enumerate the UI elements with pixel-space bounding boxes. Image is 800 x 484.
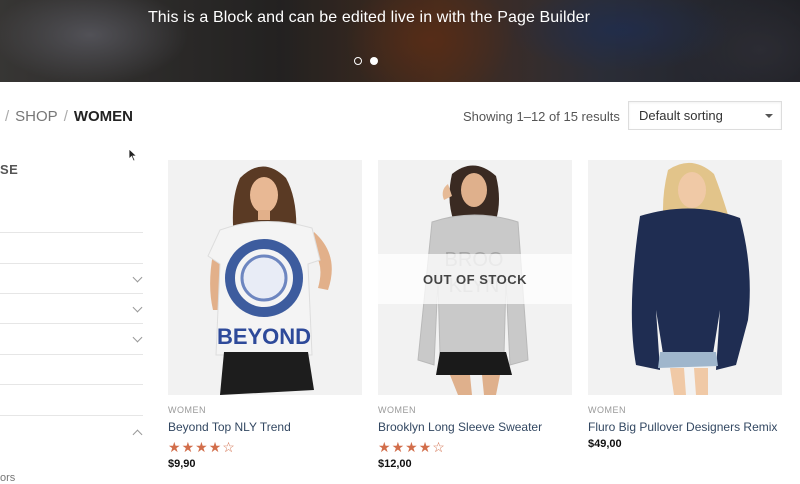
sort-select[interactable]: Default sorting: [628, 101, 782, 130]
svg-text:BEYOND: BEYOND: [217, 324, 311, 349]
sidebar-divider: [0, 293, 143, 294]
star-full-icon: ★: [378, 439, 391, 455]
sidebar-link-fragment[interactable]: ors: [0, 472, 15, 484]
star-full-icon: ★: [405, 439, 418, 455]
product-image[interactable]: BEYOND: [168, 160, 362, 395]
star-full-icon: ★: [195, 439, 208, 455]
product-title[interactable]: Brooklyn Long Sleeve Sweater: [378, 420, 572, 434]
star-rating: ★ ★ ★ ★ ☆: [168, 440, 362, 454]
sidebar-divider: [0, 384, 143, 385]
product-category[interactable]: WOMEN: [168, 405, 362, 415]
star-full-icon: ★: [208, 439, 222, 455]
sidebar-category-item[interactable]: [0, 295, 145, 325]
hero-text: This is a Block and can be edited live i…: [147, 9, 591, 26]
product-price: $49,00: [588, 438, 622, 450]
sidebar-category-item[interactable]: [0, 325, 145, 355]
product-card[interactable]: BEYOND WOMEN Beyond Top NLY Trend ★ ★ ★ …: [168, 160, 362, 470]
star-full-icon: ★: [418, 439, 432, 455]
product-category[interactable]: WOMEN: [588, 405, 782, 415]
sidebar-divider: [0, 323, 143, 324]
hero-banner: This is a Block and can be edited live i…: [0, 0, 800, 82]
chevron-down-icon[interactable]: [132, 272, 143, 283]
breadcrumb: / SHOP / WOMEN: [5, 108, 133, 125]
star-full-icon: ★: [181, 439, 195, 455]
chevron-down-icon[interactable]: [132, 302, 143, 313]
sidebar-divider: [0, 415, 143, 416]
product-photo-fluro-pullover: [631, 162, 750, 395]
slider-dot-2[interactable]: [370, 57, 378, 65]
sidebar-divider: [0, 232, 143, 233]
breadcrumb-separator: /: [63, 108, 68, 125]
product-title[interactable]: Beyond Top NLY Trend: [168, 420, 362, 434]
chevron-down-icon: [765, 114, 773, 118]
sidebar-widget-title: SE: [0, 162, 19, 177]
sidebar-category-item[interactable]: [0, 418, 145, 448]
sidebar-divider: [0, 263, 143, 264]
slider-dot-1[interactable]: [354, 57, 362, 65]
breadcrumb-current: WOMEN: [73, 108, 134, 125]
breadcrumb-shop-link[interactable]: SHOP: [15, 108, 58, 125]
out-of-stock-badge: OUT OF STOCK: [378, 254, 572, 304]
product-price: $9,90: [168, 458, 196, 470]
star-empty-icon: ☆: [222, 439, 235, 455]
star-empty-icon: ☆: [432, 439, 445, 455]
star-full-icon: ★: [391, 439, 405, 455]
slider-dots: [354, 57, 378, 65]
product-price: $12,00: [378, 458, 412, 470]
product-card[interactable]: WOMEN Fluro Big Pullover Designers Remix…: [588, 160, 782, 450]
result-count: Showing 1–12 of 15 results: [463, 109, 620, 124]
product-title[interactable]: Fluro Big Pullover Designers Remix: [588, 420, 782, 434]
sidebar-category-item[interactable]: [0, 265, 145, 295]
product-image[interactable]: [588, 160, 782, 395]
sort-select-value: Default sorting: [639, 108, 723, 123]
star-full-icon: ★: [168, 439, 181, 455]
product-image[interactable]: BROO KLYN OUT OF STOCK: [378, 160, 572, 395]
sidebar-divider: [0, 354, 143, 355]
product-category[interactable]: WOMEN: [378, 405, 572, 415]
chevron-up-icon[interactable]: [132, 429, 143, 440]
chevron-down-icon[interactable]: [132, 332, 143, 343]
product-photo-beyond-top: BEYOND: [207, 166, 332, 395]
product-card[interactable]: BROO KLYN OUT OF STOCK WOMEN Brooklyn Lo…: [378, 160, 572, 470]
breadcrumb-separator: /: [5, 108, 10, 125]
star-rating: ★ ★ ★ ★ ☆: [378, 440, 572, 454]
mouse-cursor-icon: [128, 148, 138, 162]
